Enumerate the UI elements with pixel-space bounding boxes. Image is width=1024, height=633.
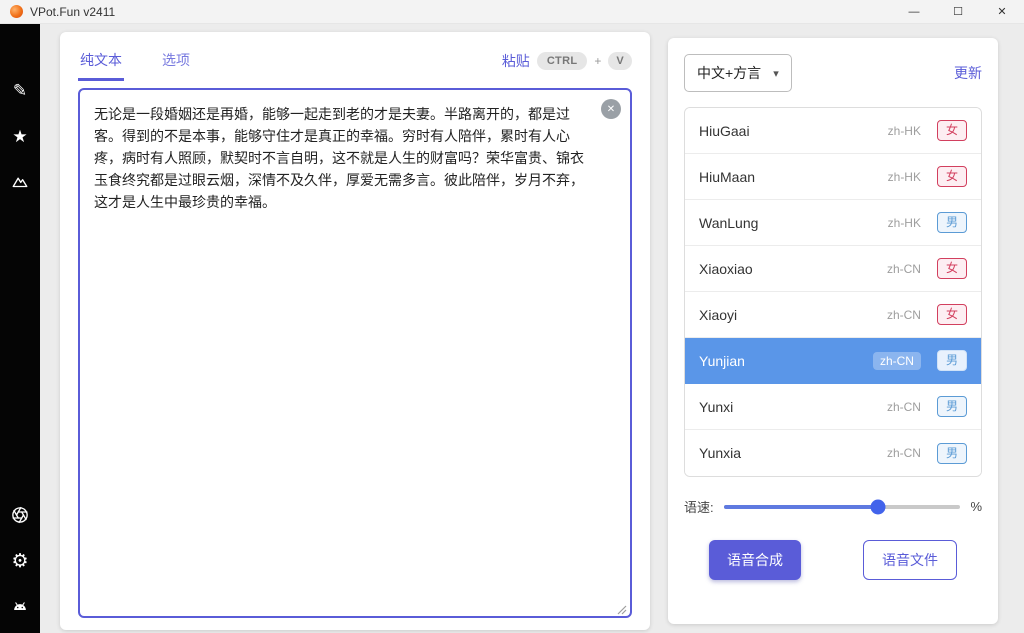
- titlebar: VPot.Fun v2411 — ☐ ✕: [0, 0, 1024, 24]
- sidebar-bottom-group: ⚙: [9, 505, 31, 617]
- gear-icon[interactable]: ⚙: [9, 551, 31, 571]
- voice-row[interactable]: Yunxia zh-CN 男: [685, 430, 981, 476]
- chevron-down-icon: ▾: [773, 67, 779, 80]
- synthesize-button[interactable]: 语音合成: [709, 540, 801, 580]
- action-buttons: 语音合成 语音文件: [684, 540, 982, 580]
- minimize-button[interactable]: —: [892, 0, 936, 23]
- window-title: VPot.Fun v2411: [30, 5, 115, 19]
- voice-locale-badge: zh-CN: [887, 262, 921, 276]
- editor-panel: 纯文本 选项 粘贴 CTRL + V 无论是一段婚姻还是再婚，能够一起走到老的才…: [60, 32, 650, 630]
- speed-control: 语速: %: [684, 497, 982, 516]
- voice-locale-badge: zh-HK: [888, 216, 921, 230]
- speed-unit: %: [970, 499, 982, 514]
- voice-locale-badge: zh-CN: [873, 352, 921, 370]
- android-icon[interactable]: [9, 597, 31, 617]
- voice-row[interactable]: WanLung zh-HK 男: [685, 200, 981, 246]
- app-window: VPot.Fun v2411 — ☐ ✕ ✎ ★ ⚙: [0, 0, 1024, 633]
- text-input-container: 无论是一段婚姻还是再婚，能够一起走到老的才是夫妻。半路离开的，都是过客。得到的不…: [78, 88, 632, 618]
- voice-name: Yunxi: [699, 399, 733, 415]
- close-button[interactable]: ✕: [980, 0, 1024, 23]
- voice-name: Xiaoyi: [699, 307, 737, 323]
- voice-locale-badge: zh-CN: [887, 446, 921, 460]
- voice-row[interactable]: HiuMaan zh-HK 女: [685, 154, 981, 200]
- voice-row[interactable]: Xiaoxiao zh-CN 女: [685, 246, 981, 292]
- editor-header: 纯文本 选项 粘贴 CTRL + V: [78, 42, 632, 80]
- voice-gender-badge: 男: [937, 212, 967, 233]
- voice-panel-header: 中文+方言 ▾ 更新: [684, 54, 982, 92]
- voice-row[interactable]: Xiaoyi zh-CN 女: [685, 292, 981, 338]
- pen-icon[interactable]: ✎: [9, 80, 31, 100]
- voice-name: Xiaoxiao: [699, 261, 753, 277]
- voice-name: Yunxia: [699, 445, 741, 461]
- voice-panel: 中文+方言 ▾ 更新 HiuGaai zh-HK 女 HiuMaan zh-HK…: [668, 38, 998, 624]
- v-key-chip: V: [608, 52, 632, 70]
- voice-name: WanLung: [699, 215, 758, 231]
- resize-grip-icon[interactable]: [616, 602, 627, 613]
- sidebar: ✎ ★ ⚙: [0, 24, 40, 633]
- voice-gender-badge: 女: [937, 120, 967, 141]
- voice-locale-badge: zh-HK: [888, 124, 921, 138]
- language-select-value: 中文+方言: [697, 63, 761, 83]
- voice-name: HiuMaan: [699, 169, 755, 185]
- voice-list: HiuGaai zh-HK 女 HiuMaan zh-HK 女 WanLung …: [684, 107, 982, 477]
- text-input[interactable]: 无论是一段婚姻还是再婚，能够一起走到老的才是夫妻。半路离开的，都是过客。得到的不…: [80, 90, 630, 616]
- voice-locale-badge: zh-CN: [887, 308, 921, 322]
- clear-text-icon[interactable]: ✕: [601, 99, 621, 119]
- voice-gender-badge: 女: [937, 304, 967, 325]
- speed-label: 语速:: [684, 497, 714, 516]
- update-link[interactable]: 更新: [954, 63, 982, 83]
- voice-locale-badge: zh-HK: [888, 170, 921, 184]
- voice-row[interactable]: Yunxi zh-CN 男: [685, 384, 981, 430]
- voice-row[interactable]: Yunjian zh-CN 男: [685, 338, 981, 384]
- mountain-icon[interactable]: [9, 172, 31, 192]
- voice-row[interactable]: HiuGaai zh-HK 女: [685, 108, 981, 154]
- voice-gender-badge: 女: [937, 166, 967, 187]
- window-controls: — ☐ ✕: [892, 0, 1024, 23]
- tab-plain-text[interactable]: 纯文本: [78, 41, 124, 81]
- speed-slider-thumb[interactable]: [870, 499, 885, 514]
- voice-gender-badge: 男: [937, 350, 967, 371]
- maximize-button[interactable]: ☐: [936, 0, 980, 23]
- paste-group: 粘贴 CTRL + V: [502, 51, 632, 71]
- star-icon[interactable]: ★: [9, 126, 31, 146]
- voice-name: Yunjian: [699, 353, 745, 369]
- paste-button[interactable]: 粘贴: [502, 51, 530, 71]
- voice-locale-badge: zh-CN: [887, 400, 921, 414]
- voice-file-button[interactable]: 语音文件: [863, 540, 957, 580]
- aperture-icon[interactable]: [9, 505, 31, 525]
- voice-gender-badge: 男: [937, 396, 967, 417]
- voice-gender-badge: 女: [937, 258, 967, 279]
- voice-name: HiuGaai: [699, 123, 750, 139]
- plus-separator: +: [594, 54, 601, 68]
- tab-options[interactable]: 选项: [160, 41, 192, 81]
- speed-slider-fill: [724, 505, 878, 509]
- speed-slider[interactable]: [724, 505, 961, 509]
- app-logo-icon: [10, 5, 23, 18]
- language-select[interactable]: 中文+方言 ▾: [684, 54, 792, 92]
- voice-gender-badge: 男: [937, 443, 967, 464]
- main-content: 纯文本 选项 粘贴 CTRL + V 无论是一段婚姻还是再婚，能够一起走到老的才…: [40, 24, 1024, 633]
- ctrl-key-chip: CTRL: [537, 52, 588, 70]
